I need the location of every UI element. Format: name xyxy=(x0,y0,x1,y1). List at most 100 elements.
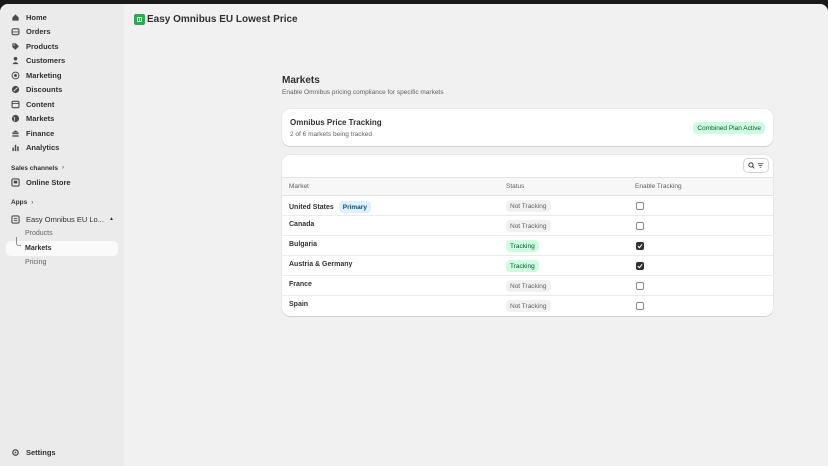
summary-subtitle: 2 of 6 markets being tracked xyxy=(290,131,373,138)
column-header-market[interactable]: Market xyxy=(289,183,309,190)
tag-icon xyxy=(11,42,20,51)
status-cell: Tracking xyxy=(506,240,539,252)
caret-up-icon[interactable]: ▲ xyxy=(109,216,114,222)
sidebar-item-markets[interactable]: Markets xyxy=(0,112,124,127)
app-title: Easy Omnibus EU Lowest Price xyxy=(147,14,298,25)
primary-badge: Primary xyxy=(338,201,371,213)
sub-item-label: Markets xyxy=(25,244,52,252)
status-cell: Not Tracking xyxy=(506,280,551,292)
market-cell: Spain xyxy=(289,301,308,308)
markets-table-card: Market Status Enable Tracking United Sta… xyxy=(282,155,773,316)
sidebar-item-settings[interactable]: Settings xyxy=(0,446,124,461)
store-icon xyxy=(11,178,20,187)
market-name: Canada xyxy=(289,221,315,228)
admin-window: Home Orders Products Customers Marketing Disc… xyxy=(0,4,828,466)
page-title: Markets xyxy=(282,75,320,86)
sidebar-item-label: Customers xyxy=(26,56,66,66)
search-icon xyxy=(748,162,755,169)
target-icon xyxy=(11,71,20,80)
chart-icon xyxy=(11,143,20,152)
sidebar-item-label: Online Store xyxy=(26,177,71,187)
tracking-checkbox-cell xyxy=(636,202,644,210)
status-badge: Tracking xyxy=(506,240,539,252)
chevron-right-icon: › xyxy=(61,165,64,171)
sidebar: Home Orders Products Customers Marketing Disc… xyxy=(0,4,124,466)
market-cell: Canada xyxy=(289,221,314,228)
market-cell: Bulgaria xyxy=(289,241,317,248)
column-header-enable-tracking[interactable]: Enable Tracking xyxy=(635,183,682,190)
sidebar-item-discounts[interactable]: Discounts xyxy=(0,83,124,98)
table-row: France Not Tracking xyxy=(282,276,773,296)
table-row: Spain Not Tracking xyxy=(282,296,773,316)
status-cell: Not Tracking xyxy=(506,220,551,232)
enable-tracking-checkbox[interactable] xyxy=(636,282,644,290)
sidebar-item-marketing[interactable]: Marketing xyxy=(0,68,124,83)
sidebar-nav: Home Orders Products Customers Marketing Disc… xyxy=(0,10,124,155)
summary-title: Omnibus Price Tracking xyxy=(290,118,382,127)
market-cell: United States Primary xyxy=(289,201,371,213)
sidebar-item-label: Finance xyxy=(26,128,55,138)
sidebar-item-label: Settings xyxy=(26,448,56,458)
discount-icon xyxy=(11,85,20,94)
sales-channels-label: Sales channels xyxy=(11,164,58,172)
sales-channels-heading[interactable]: Sales channels › xyxy=(0,161,124,175)
sidebar-item-orders[interactable]: Orders xyxy=(0,25,124,40)
status-cell: Not Tracking xyxy=(506,300,551,312)
sub-item-label: Products xyxy=(25,230,53,238)
person-icon xyxy=(11,56,20,65)
tracking-checkbox-cell xyxy=(636,262,644,270)
sidebar-item-label: Discounts xyxy=(26,85,63,95)
market-name: United States xyxy=(289,203,334,211)
apps-heading[interactable]: Apps › xyxy=(0,196,124,210)
enable-tracking-checkbox[interactable] xyxy=(636,202,644,210)
sidebar-item-label: Analytics xyxy=(26,143,60,153)
market-name: France xyxy=(289,281,312,288)
sidebar-subitem-markets[interactable]: Markets xyxy=(6,237,118,256)
enable-tracking-checkbox[interactable] xyxy=(636,262,644,270)
status-badge: Tracking xyxy=(506,260,539,272)
status-cell: Tracking xyxy=(506,260,539,272)
sidebar-item-label: Orders xyxy=(26,27,51,37)
sidebar-item-label: Home xyxy=(26,12,47,22)
status-badge: Not Tracking xyxy=(506,200,551,212)
tracking-checkbox-cell xyxy=(636,302,644,310)
table-row: Bulgaria Tracking xyxy=(282,236,773,256)
enable-tracking-checkbox[interactable] xyxy=(636,222,644,230)
status-badge: Not Tracking xyxy=(506,300,551,312)
market-name: Bulgaria xyxy=(289,241,318,248)
market-cell: France xyxy=(289,281,312,288)
tracking-checkbox-cell xyxy=(636,222,644,230)
search-filter-button[interactable] xyxy=(743,158,769,173)
home-icon xyxy=(11,13,20,22)
sidebar-item-label: Marketing xyxy=(26,70,62,80)
sidebar-item-online-store[interactable]: Online Store xyxy=(0,175,124,190)
enable-tracking-checkbox[interactable] xyxy=(636,302,644,310)
sidebar-item-content[interactable]: Content xyxy=(0,97,124,112)
sidebar-item-home[interactable]: Home xyxy=(0,10,124,25)
tracking-summary-card: Omnibus Price Tracking 2 of 6 markets be… xyxy=(282,109,773,146)
column-header-status[interactable]: Status xyxy=(506,183,524,190)
status-cell: Not Tracking xyxy=(506,200,551,212)
page-subtitle: Enable Omnibus pricing compliance for sp… xyxy=(282,89,444,96)
app-logo-icon xyxy=(134,14,145,25)
sidebar-item-analytics[interactable]: Analytics xyxy=(0,141,124,156)
content-icon xyxy=(11,100,20,109)
tree-connector xyxy=(16,237,21,246)
sidebar-item-customers[interactable]: Customers xyxy=(0,54,124,69)
chevron-right-icon: › xyxy=(31,199,34,206)
sidebar-item-label: Markets xyxy=(26,114,55,124)
sidebar-item-finance[interactable]: Finance xyxy=(0,126,124,141)
tracking-checkbox-cell xyxy=(636,282,644,290)
status-badge: Not Tracking xyxy=(506,280,551,292)
market-cell: Austria & Germany xyxy=(289,261,352,268)
sidebar-item-label: Products xyxy=(26,41,59,51)
globe-icon xyxy=(11,114,20,123)
enable-tracking-checkbox[interactable] xyxy=(636,242,644,250)
bank-icon xyxy=(11,129,20,138)
sub-item-label: Pricing xyxy=(25,259,47,267)
sidebar-subitem-pricing[interactable]: Pricing xyxy=(0,256,124,271)
table-row: Austria & Germany Tracking xyxy=(282,256,773,276)
sidebar-item-products[interactable]: Products xyxy=(0,39,124,54)
app-name: Easy Omnibus EU Lo... xyxy=(26,214,104,224)
sidebar-item-app[interactable]: Easy Omnibus EU Lo... ▲ xyxy=(0,212,124,227)
